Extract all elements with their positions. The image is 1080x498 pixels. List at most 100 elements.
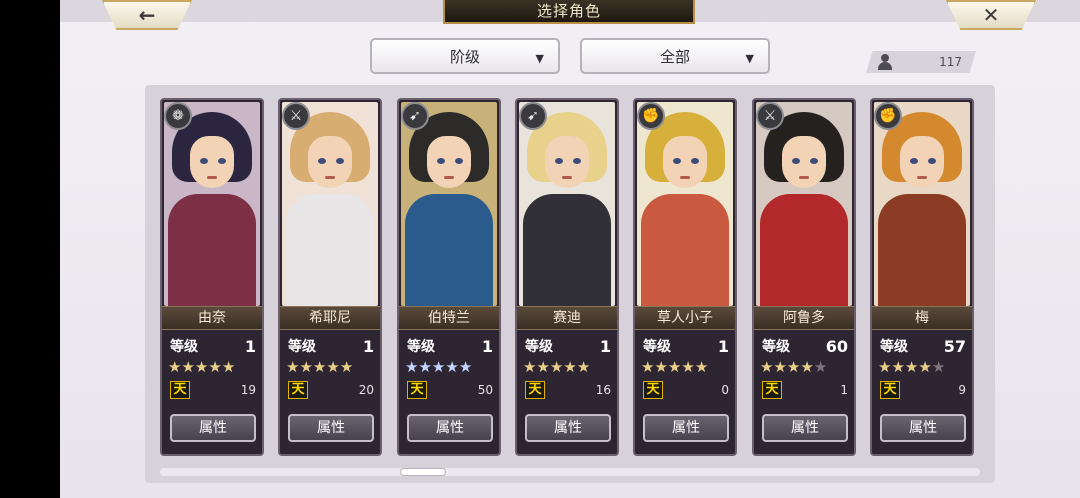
character-name: 梅 (872, 306, 972, 330)
attribute-button[interactable]: 属性 (170, 414, 256, 442)
level-row: 等级 60 (762, 336, 848, 356)
portrait-eye (928, 158, 936, 164)
star-rating-icon: ★★★★★ (523, 358, 591, 376)
portrait-face (308, 136, 352, 188)
character-name: 由奈 (162, 306, 262, 330)
character-card[interactable]: ⚔ 希耶尼 等级 1 ★★★★★ 天 20 属性 (278, 98, 382, 456)
portrait-body (168, 194, 256, 306)
person-icon (878, 54, 892, 70)
category-filter-dropdown[interactable]: 全部 ▼ (580, 38, 770, 74)
class-icon: ❁ (164, 102, 192, 130)
character-portrait (282, 102, 378, 306)
sky-value: 19 (240, 383, 256, 397)
level-value: 1 (244, 336, 256, 356)
level-value: 57 (943, 336, 966, 356)
level-row: 等级 1 (170, 336, 256, 356)
sky-value: 9 (958, 383, 966, 397)
portrait-eye (810, 158, 818, 164)
character-count-value: 117 (939, 55, 962, 69)
level-value: 1 (717, 336, 729, 356)
level-row: 等级 1 (643, 336, 729, 356)
character-portrait (637, 102, 733, 306)
class-icon: ⚔ (282, 102, 310, 130)
portrait-body (405, 194, 493, 306)
level-label: 等级 (643, 339, 671, 355)
portrait-eye (573, 158, 581, 164)
system-left-bar (0, 0, 60, 498)
portrait-eye (318, 158, 326, 164)
sky-value: 0 (721, 383, 729, 397)
portrait-body (286, 194, 374, 306)
sky-icon: 天 (643, 381, 663, 399)
star-rating-icon: ★★★★★ (760, 358, 828, 376)
attribute-button[interactable]: 属性 (288, 414, 374, 442)
portrait-face (663, 136, 707, 188)
character-card[interactable]: ➹ 伯特兰 等级 1 ★★★★★ 天 50 属性 (397, 98, 501, 456)
rank-filter-label: 阶级 (449, 47, 480, 66)
portrait-mouth (917, 176, 927, 179)
portrait-body (878, 194, 966, 306)
character-portrait (164, 102, 260, 306)
character-card[interactable]: ➹ 赛迪 等级 1 ★★★★★ 天 16 属性 (515, 98, 619, 456)
level-row: 等级 1 (525, 336, 611, 356)
sky-value: 16 (595, 383, 611, 397)
horizontal-scroll-track[interactable] (160, 468, 980, 476)
character-card[interactable]: ❁ 由奈 等级 1 ★★★★★ 天 19 属性 (160, 98, 264, 456)
character-name: 阿鲁多 (754, 306, 854, 330)
level-row: 等级 1 (288, 336, 374, 356)
level-value: 1 (599, 336, 611, 356)
character-portrait (519, 102, 615, 306)
class-icon: ✊ (637, 102, 665, 130)
attribute-button[interactable]: 属性 (525, 414, 611, 442)
sky-value: 20 (358, 383, 374, 397)
portrait-mouth (444, 176, 454, 179)
sky-icon: 天 (880, 381, 900, 399)
portrait-face (900, 136, 944, 188)
sky-icon: 天 (762, 381, 782, 399)
sky-row: 天 19 (170, 380, 256, 400)
portrait-eye (437, 158, 445, 164)
attribute-button[interactable]: 属性 (880, 414, 966, 442)
portrait-face (545, 136, 589, 188)
character-card[interactable]: ✊ 梅 等级 57 ★★★★★ 天 9 属性 (870, 98, 974, 456)
level-label: 等级 (525, 339, 553, 355)
character-card[interactable]: ⚔ 阿鲁多 等级 60 ★★★★★ 天 1 属性 (752, 98, 856, 456)
class-icon: ✊ (874, 102, 902, 130)
sky-icon: 天 (170, 381, 190, 399)
class-icon: ➹ (401, 102, 429, 130)
character-portrait (874, 102, 970, 306)
character-card[interactable]: ✊ 草人小子 等级 1 ★★★★★ 天 0 属性 (633, 98, 737, 456)
sky-row: 天 0 (643, 380, 729, 400)
horizontal-scroll-thumb[interactable] (400, 468, 446, 476)
back-button[interactable]: ← (102, 0, 192, 30)
portrait-eye (455, 158, 463, 164)
attribute-button[interactable]: 属性 (407, 414, 493, 442)
sky-icon: 天 (525, 381, 545, 399)
portrait-eye (910, 158, 918, 164)
level-value: 1 (481, 336, 493, 356)
portrait-face (782, 136, 826, 188)
close-button[interactable]: ✕ (946, 0, 1036, 30)
portrait-body (523, 194, 611, 306)
level-label: 等级 (288, 339, 316, 355)
sky-row: 天 9 (880, 380, 966, 400)
portrait-eye (200, 158, 208, 164)
portrait-mouth (680, 176, 690, 179)
level-label: 等级 (407, 339, 435, 355)
back-arrow-icon: ← (138, 3, 156, 27)
character-portrait (756, 102, 852, 306)
portrait-eye (792, 158, 800, 164)
attribute-button[interactable]: 属性 (762, 414, 848, 442)
sky-value: 1 (840, 383, 848, 397)
sky-row: 天 20 (288, 380, 374, 400)
portrait-eye (218, 158, 226, 164)
level-row: 等级 1 (407, 336, 493, 356)
attribute-button[interactable]: 属性 (643, 414, 729, 442)
rank-filter-dropdown[interactable]: 阶级 ▼ (370, 38, 560, 74)
star-rating-icon: ★★★★★ (641, 358, 709, 376)
portrait-body (641, 194, 729, 306)
level-row: 等级 57 (880, 336, 966, 356)
character-portrait (401, 102, 497, 306)
class-icon: ⚔ (756, 102, 784, 130)
portrait-mouth (562, 176, 572, 179)
